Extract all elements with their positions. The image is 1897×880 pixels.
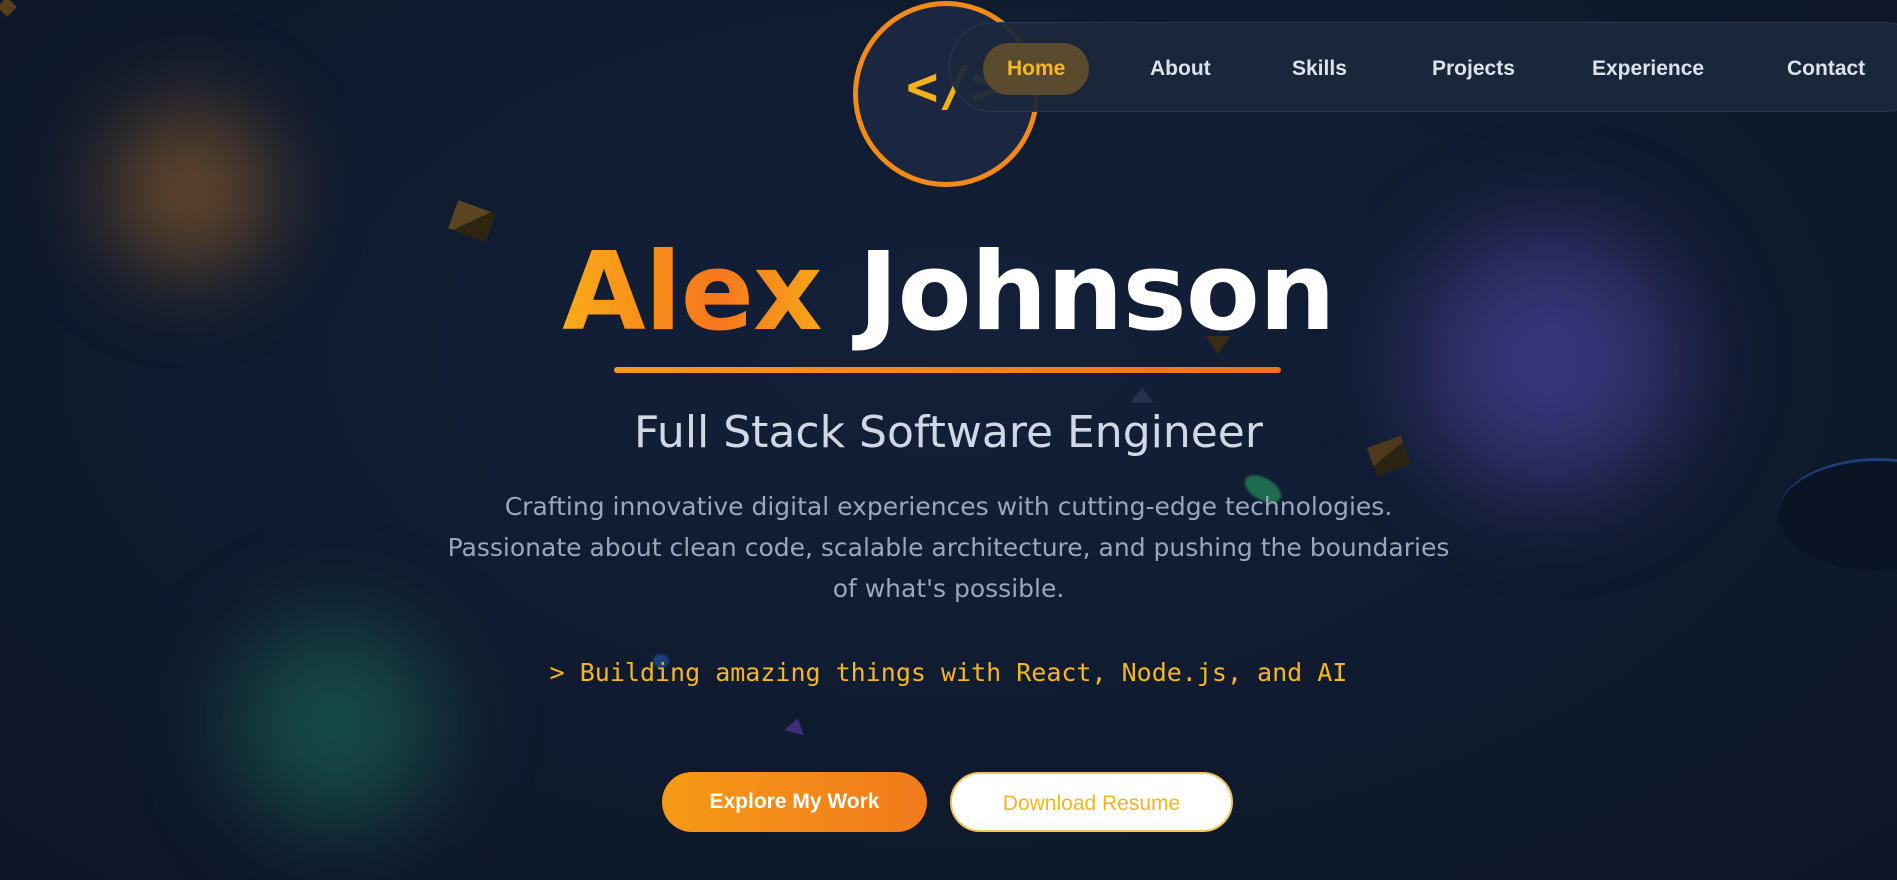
nav-item-skills[interactable]: Skills [1268,43,1371,95]
hero-name-last: Johnson [858,230,1336,355]
download-resume-button[interactable]: Download Resume [950,772,1233,832]
hero-section: </> Home About Skills Projects Experienc… [0,0,1897,880]
floating-diamond [0,0,17,17]
nav-item-projects[interactable]: Projects [1408,43,1539,95]
hero-role: Full Stack Software Engineer [634,407,1263,458]
hero-name: Alex Johnson [0,228,1897,358]
nav-item-home[interactable]: Home [983,43,1090,95]
main-nav: Home About Skills Projects Experience Co… [949,22,1897,112]
nav-item-experience[interactable]: Experience [1568,43,1728,95]
background-blob-dark [1778,458,1897,571]
explore-work-button[interactable]: Explore My Work [662,772,927,832]
nav-item-contact[interactable]: Contact [1763,43,1889,95]
floating-triangle [1130,387,1154,403]
terminal-line: > Building amazing things with React, No… [549,658,1348,687]
hero-name-first: Alex [562,230,823,355]
hero-description: Crafting innovative digital experiences … [447,492,1450,603]
floating-triangle [784,715,808,736]
background-blob-green [200,590,470,860]
name-underline [614,367,1281,373]
nav-item-about[interactable]: About [1126,43,1235,95]
